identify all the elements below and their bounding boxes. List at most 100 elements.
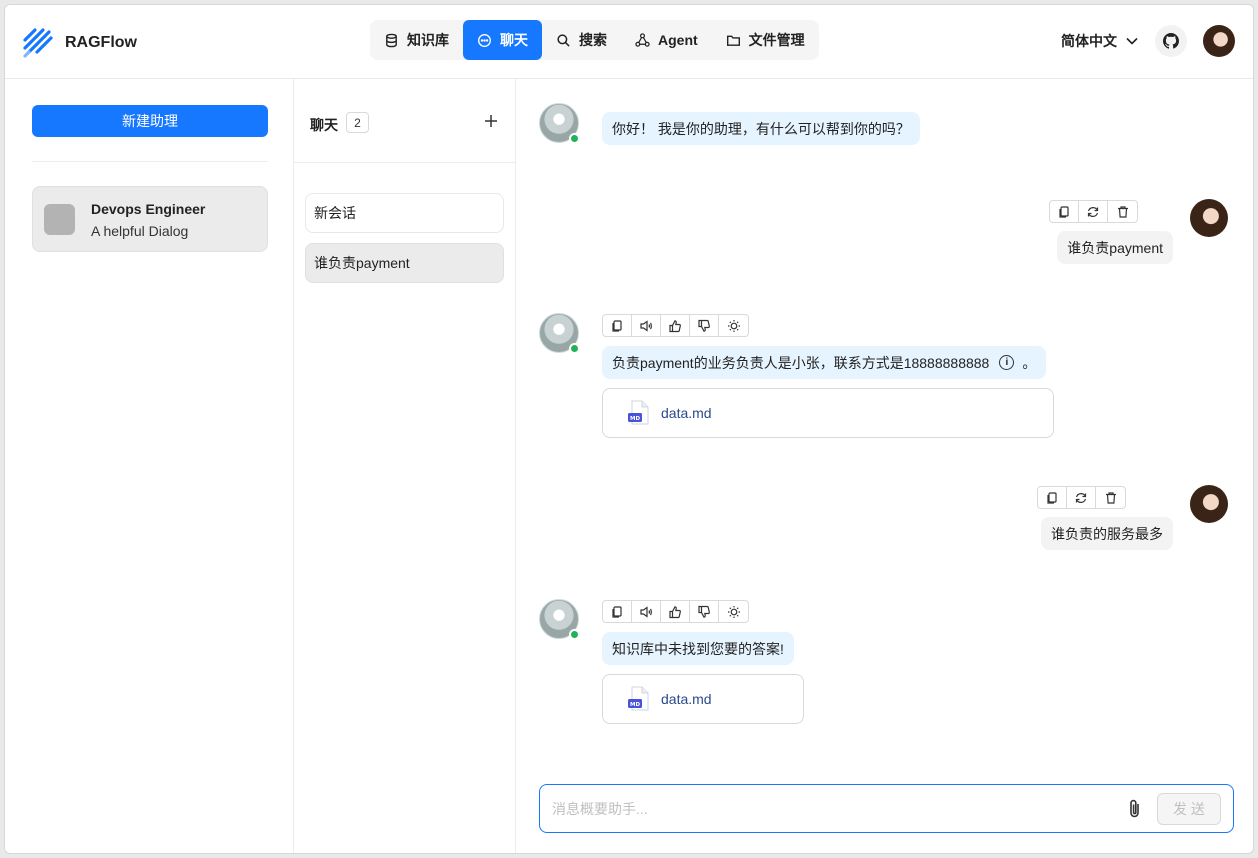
- assistant-card[interactable]: Devops Engineer A helpful Dialog: [32, 186, 268, 252]
- user-message-actions: [1037, 486, 1126, 509]
- copy-button[interactable]: [603, 601, 632, 622]
- copy-button[interactable]: [1050, 201, 1079, 222]
- database-icon: [386, 33, 397, 47]
- assistant-panel: 新建助理 Devops Engineer A helpful Dialog: [5, 79, 294, 853]
- conversation-title: 聊天: [310, 117, 338, 133]
- assistant-avatar: [44, 204, 75, 235]
- header-right: 简体中文: [1061, 25, 1235, 57]
- thumbs-up-icon: [669, 319, 681, 332]
- nav-knowledge-base[interactable]: 知识库: [370, 20, 463, 60]
- message-composer: 发 送: [539, 784, 1234, 833]
- prompt-button[interactable]: [719, 601, 748, 622]
- user-message-actions: [1049, 200, 1138, 223]
- app-window: RAGFlow 知识库 聊天 搜索 Agent 文件管理 简体中文 新建助理 D…: [4, 4, 1254, 854]
- refresh-icon: [1075, 492, 1087, 503]
- trash-icon: [1117, 205, 1128, 218]
- copy-icon: [612, 319, 622, 332]
- reference-file-name: data.md: [661, 691, 712, 707]
- nav-search[interactable]: 搜索: [542, 20, 621, 60]
- dislike-button[interactable]: [690, 315, 719, 336]
- app-name: RAGFlow: [65, 34, 137, 51]
- reference-file-name: data.md: [661, 405, 712, 421]
- add-conversation-icon[interactable]: [481, 111, 501, 131]
- online-status-dot: [569, 343, 580, 354]
- refresh-icon: [1087, 206, 1099, 217]
- like-button[interactable]: [661, 601, 690, 622]
- language-label: 简体中文: [1061, 33, 1117, 49]
- assistant-message-actions: [602, 314, 749, 337]
- chat-area: 你好！ 我是你的助理，有什么可以帮到你的吗？ 谁负责payment 负责paym…: [516, 79, 1253, 853]
- file-badge: MD: [630, 416, 640, 422]
- paperclip-icon[interactable]: [1125, 798, 1145, 820]
- reference-document-card[interactable]: MD data.md: [602, 388, 1054, 438]
- markdown-file-icon: MD: [628, 400, 649, 425]
- markdown-file-icon: MD: [628, 686, 649, 711]
- copy-button[interactable]: [603, 315, 632, 336]
- online-status-dot: [569, 629, 580, 640]
- thumbs-up-icon: [669, 605, 681, 618]
- assistant-description: A helpful Dialog: [91, 223, 189, 239]
- nav-label: Agent: [658, 32, 698, 48]
- nav-file-management[interactable]: 文件管理: [712, 20, 819, 60]
- conversation-header: 聊天 2: [294, 79, 515, 163]
- prompt-button[interactable]: [719, 315, 748, 336]
- language-selector[interactable]: 简体中文: [1061, 31, 1139, 51]
- assistant-message: 你好！ 我是你的助理，有什么可以帮到你的吗？: [602, 112, 920, 145]
- message-text: 负责payment的业务负责人是小张，联系方式是18888888888: [612, 354, 990, 371]
- delete-button[interactable]: [1108, 201, 1137, 222]
- copy-button[interactable]: [1038, 487, 1067, 508]
- graph-icon: [635, 32, 650, 47]
- read-aloud-button[interactable]: [632, 601, 661, 622]
- top-header: RAGFlow 知识库 聊天 搜索 Agent 文件管理 简体中文: [5, 5, 1253, 79]
- lightbulb-icon: [727, 605, 740, 618]
- online-status-dot: [569, 133, 580, 144]
- conversation-count-badge: 2: [346, 112, 369, 133]
- send-button[interactable]: 发 送: [1157, 793, 1221, 825]
- thumbs-down-icon: [698, 319, 710, 332]
- regenerate-button[interactable]: [1067, 487, 1096, 508]
- divider: [32, 161, 268, 162]
- user-avatar: [1190, 485, 1228, 523]
- message-input[interactable]: [552, 797, 1112, 821]
- user-avatar: [1190, 199, 1228, 237]
- nav-agent[interactable]: Agent: [621, 20, 712, 60]
- assistant-message-actions: [602, 600, 749, 623]
- delete-button[interactable]: [1096, 487, 1125, 508]
- conversation-panel: 聊天 2 新会话 谁负责payment: [294, 79, 516, 853]
- speaker-icon: [640, 319, 652, 332]
- citation-info-icon[interactable]: i: [999, 355, 1015, 370]
- user-message: 谁负责的服务最多: [1041, 517, 1173, 550]
- speaker-icon: [640, 605, 652, 618]
- github-icon: [1163, 33, 1179, 49]
- dislike-button[interactable]: [690, 601, 719, 622]
- assistant-name: Devops Engineer: [91, 201, 206, 217]
- conversation-item-new[interactable]: 新会话: [305, 193, 504, 233]
- nav-label: 聊天: [500, 32, 528, 48]
- nav-label: 知识库: [407, 32, 449, 48]
- chevron-down-icon: [1126, 37, 1138, 45]
- new-assistant-button[interactable]: 新建助理: [32, 105, 268, 137]
- ragflow-logo-icon: [23, 28, 53, 58]
- folder-icon: [726, 35, 740, 46]
- assistant-message: 知识库中未找到您要的答案!: [602, 632, 794, 665]
- regenerate-button[interactable]: [1079, 201, 1108, 222]
- conversation-item-payment[interactable]: 谁负责payment: [305, 243, 504, 283]
- app-logo[interactable]: RAGFlow: [21, 26, 137, 60]
- nav-label: 文件管理: [748, 32, 805, 48]
- reference-document-card[interactable]: MD data.md: [602, 674, 804, 724]
- trash-icon: [1105, 491, 1116, 504]
- copy-icon: [1047, 491, 1057, 504]
- assistant-message: 负责payment的业务负责人是小张，联系方式是18888888888 i 。: [602, 346, 1047, 379]
- user-avatar[interactable]: [1203, 25, 1235, 57]
- thumbs-down-icon: [698, 605, 710, 618]
- copy-icon: [612, 605, 622, 618]
- search-icon: [557, 33, 570, 47]
- read-aloud-button[interactable]: [632, 315, 661, 336]
- nav-chat[interactable]: 聊天: [463, 20, 542, 60]
- like-button[interactable]: [661, 315, 690, 336]
- user-message: 谁负责payment: [1057, 231, 1173, 264]
- copy-icon: [1059, 205, 1069, 218]
- file-badge: MD: [630, 702, 640, 708]
- github-button[interactable]: [1155, 25, 1187, 57]
- main-nav: 知识库 聊天 搜索 Agent 文件管理: [370, 20, 819, 60]
